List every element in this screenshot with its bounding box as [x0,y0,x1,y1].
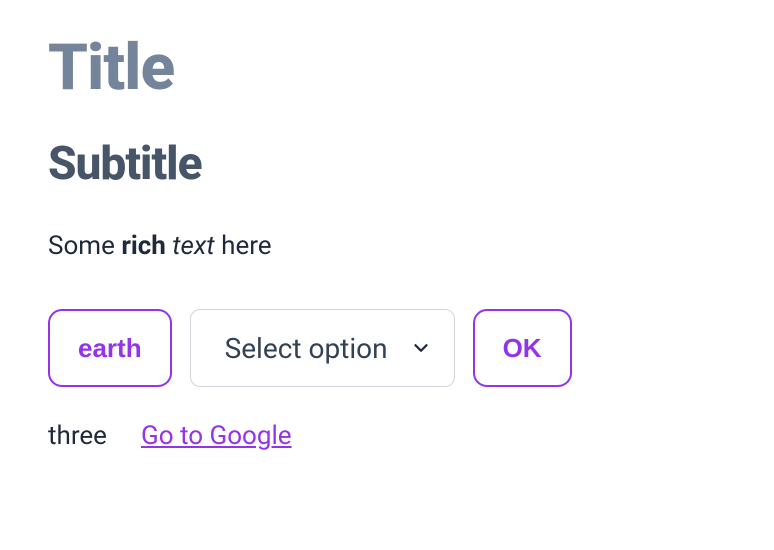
go-to-google-link[interactable]: Go to Google [141,421,292,451]
ok-button[interactable]: OK [473,309,572,387]
page-subtitle: Subtitle [48,137,726,191]
rich-text-italic: text [172,231,214,261]
earth-button[interactable]: earth [48,309,172,387]
plain-text-three: three [48,421,107,451]
rich-text-suffix: here [215,231,272,261]
chevron-down-icon [410,337,432,359]
rich-text-prefix: Some [48,231,121,261]
select-dropdown[interactable]: Select option [190,309,455,387]
page-title: Title [48,30,726,105]
select-placeholder: Select option [225,332,388,365]
rich-text-bold: rich [121,231,166,261]
rich-text-line: Some rich text here [48,231,726,261]
bottom-row: three Go to Google [48,421,726,451]
controls-row: earth Select option OK [48,309,726,387]
